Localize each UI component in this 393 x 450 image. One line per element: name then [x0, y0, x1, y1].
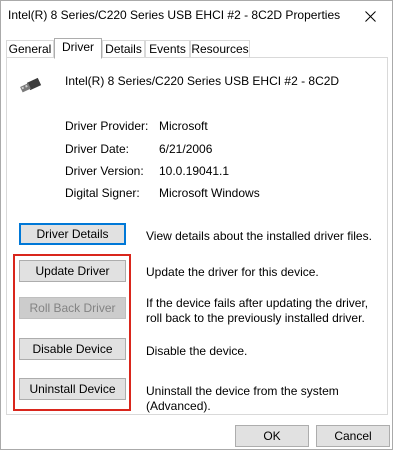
disable-device-button[interactable]: Disable Device [19, 338, 126, 360]
cancel-button[interactable]: Cancel [316, 425, 390, 447]
driver-details-description: View details about the installed driver … [146, 229, 372, 243]
properties-window: Intel(R) 8 Series/C220 Series USB EHCI #… [0, 0, 393, 450]
update-driver-button[interactable]: Update Driver [19, 260, 126, 282]
usb-connector-icon [20, 77, 42, 93]
roll-back-driver-button[interactable]: Roll Back Driver [19, 297, 126, 319]
driver-version-value: 10.0.19041.1 [159, 164, 230, 178]
uninstall-device-button[interactable]: Uninstall Device [19, 378, 126, 400]
window-title: Intel(R) 8 Series/C220 Series USB EHCI #… [8, 8, 341, 22]
driver-date-label: Driver Date: [65, 142, 130, 156]
tab-driver[interactable]: Driver [54, 38, 102, 59]
driver-provider-label: Driver Provider: [65, 119, 149, 133]
digital-signer-value: Microsoft Windows [159, 186, 260, 200]
digital-signer-label: Digital Signer: [65, 186, 140, 200]
roll-back-driver-description: If the device fails after updating the d… [146, 296, 369, 325]
driver-provider-value: Microsoft [159, 119, 208, 133]
title-bar[interactable]: Intel(R) 8 Series/C220 Series USB EHCI #… [1, 1, 392, 31]
close-icon [364, 10, 376, 22]
tab-strip: General Driver Details Events Resources [6, 38, 388, 59]
driver-date-value: 6/21/2006 [159, 142, 213, 156]
driver-version-label: Driver Version: [65, 164, 144, 178]
ok-button[interactable]: OK [235, 425, 309, 447]
close-button[interactable] [348, 1, 392, 31]
update-driver-description: Update the driver for this device. [146, 265, 319, 279]
disable-device-description: Disable the device. [146, 344, 248, 358]
driver-details-button[interactable]: Driver Details [19, 223, 126, 245]
device-name: Intel(R) 8 Series/C220 Series USB EHCI #… [65, 74, 340, 88]
uninstall-device-description: Uninstall the device from the system (Ad… [146, 384, 339, 413]
